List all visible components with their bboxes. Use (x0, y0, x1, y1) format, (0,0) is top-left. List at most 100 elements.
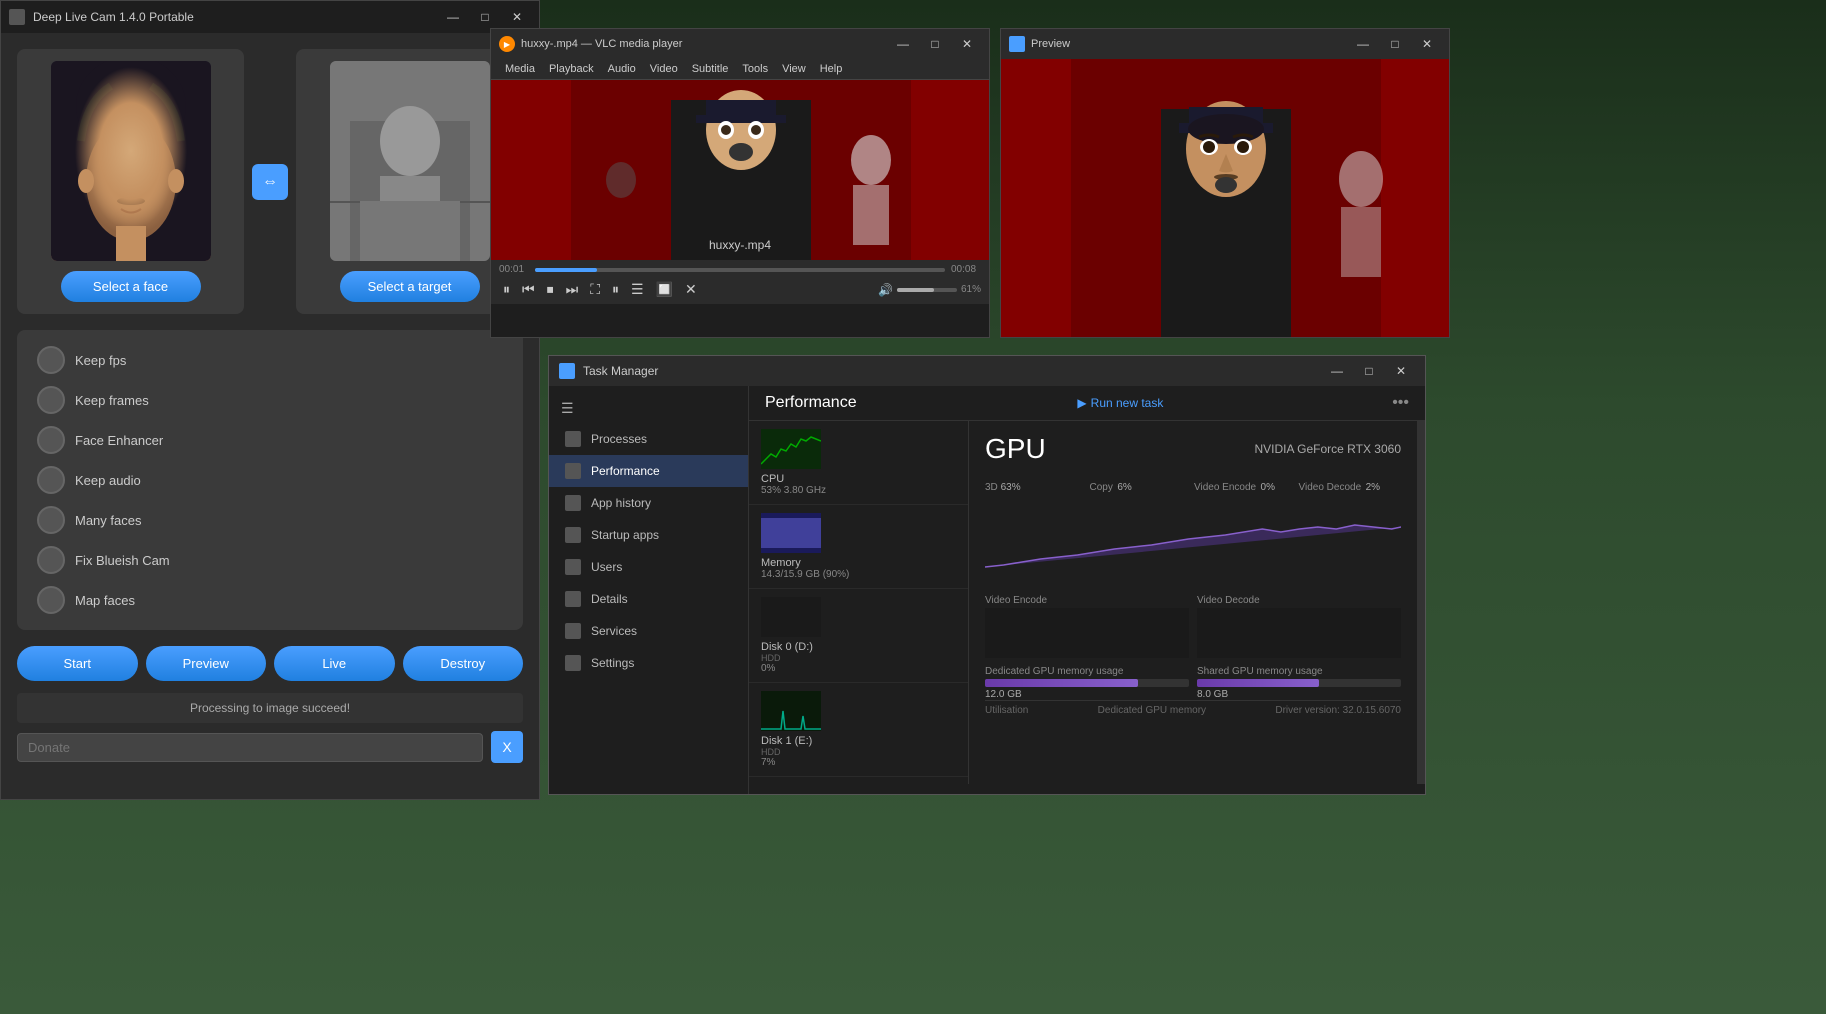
disk0-chart-thumbnail (761, 597, 821, 637)
vlc-fullscreen-button[interactable]: ⛶ (586, 279, 604, 300)
vlc-next-button[interactable]: ⏭ (562, 279, 583, 300)
dlc-close-button[interactable]: ✕ (503, 7, 531, 27)
tm-gpu-title-area: GPU (985, 433, 1046, 465)
dlc-window: Deep Live Cam 1.4.0 Portable — □ ✕ (0, 0, 540, 800)
vlc-menu-view[interactable]: View (776, 61, 812, 77)
select-face-button[interactable]: Select a face (61, 271, 201, 302)
swap-button[interactable]: ⇔ (252, 164, 288, 200)
face-enhancer-label: Face Enhancer (75, 433, 163, 448)
tm-metric-memory[interactable]: Memory 14.3/15.9 GB (90%) (749, 505, 968, 589)
tm-nav-services[interactable]: Services (549, 615, 748, 647)
tm-run-new-task-button[interactable]: ▶ Run new task (1077, 396, 1163, 410)
vlc-playlist-button[interactable]: ☰ (627, 279, 648, 300)
tm-copy-label: Copy (1090, 482, 1113, 493)
status-text: Processing to image succeed! (190, 701, 350, 715)
tm-memory-bars: Dedicated GPU memory usage 12.0 GB Share… (985, 666, 1401, 700)
dlc-titlebar-buttons: — □ ✕ (439, 7, 531, 27)
vlc-extended-button[interactable]: ⏸ (608, 279, 623, 300)
vlc-close-button[interactable]: ✕ (953, 34, 981, 54)
tm-footer: Utilisation Dedicated GPU memory Driver … (985, 700, 1401, 720)
vlc-menu-video[interactable]: Video (644, 61, 684, 77)
tm-driver-version-label: Driver version: (1275, 705, 1339, 716)
preview-close-button[interactable]: ✕ (1413, 34, 1441, 54)
vlc-menu-playback[interactable]: Playback (543, 61, 600, 77)
tm-body: ☰ Processes Performance App history Star… (549, 386, 1425, 794)
keep-fps-toggle[interactable] (37, 346, 65, 374)
processes-icon (565, 431, 581, 447)
tm-nav-startup-label: Startup apps (591, 528, 659, 542)
tm-nav-details[interactable]: Details (549, 583, 748, 615)
tm-nav-app-history-label: App history (591, 496, 651, 510)
dlc-minimize-button[interactable]: — (439, 7, 467, 27)
keep-audio-toggle[interactable] (37, 466, 65, 494)
live-button[interactable]: Live (274, 646, 395, 681)
preview-maximize-button[interactable]: □ (1381, 34, 1409, 54)
vlc-stop-button[interactable]: ⏹ (543, 279, 558, 300)
vlc-pause-button[interactable]: ⏸ (499, 279, 514, 300)
face-preview (51, 61, 211, 261)
keep-fps-label: Keep fps (75, 353, 126, 368)
tm-metric-disk2[interactable]: Disk 2 (C:) SSD 4% (749, 777, 968, 784)
vlc-menu-help[interactable]: Help (814, 61, 849, 77)
fix-blueish-toggle[interactable] (37, 546, 65, 574)
tm-gpu-title: GPU (985, 433, 1046, 465)
preview-minimize-button[interactable]: — (1349, 34, 1377, 54)
vlc-loop-button[interactable]: 🔲 (652, 279, 677, 300)
vlc-menu-media[interactable]: Media (499, 61, 541, 77)
donate-input[interactable] (17, 733, 483, 762)
dlc-titlebar: Deep Live Cam 1.4.0 Portable — □ ✕ (1, 1, 539, 33)
vlc-minimize-button[interactable]: — (889, 34, 917, 54)
tm-nav-startup[interactable]: Startup apps (549, 519, 748, 551)
users-icon (565, 559, 581, 575)
tm-nav-app-history[interactable]: App history (549, 487, 748, 519)
many-faces-toggle[interactable] (37, 506, 65, 534)
map-faces-toggle[interactable] (37, 586, 65, 614)
cpu-metric-detail: 53% 3.80 GHz (761, 485, 956, 496)
face-enhancer-toggle[interactable] (37, 426, 65, 454)
vlc-prev-button[interactable]: ⏮ (518, 279, 539, 300)
face-svg (51, 61, 211, 261)
tm-encode-val: 0% (1261, 482, 1275, 493)
tm-shared-mem-section: Shared GPU memory usage 8.0 GB (1197, 666, 1401, 700)
tm-hamburger-icon[interactable]: ☰ (561, 400, 574, 417)
preview-button[interactable]: Preview (146, 646, 267, 681)
keep-frames-toggle[interactable] (37, 386, 65, 414)
memory-metric-detail: 14.3/15.9 GB (90%) (761, 569, 956, 580)
vlc-video-area: huxxy-.mp4 (491, 80, 989, 260)
vlc-random-button[interactable]: ✕ (681, 279, 701, 300)
vlc-titlebar: ▶ huxxy-.mp4 — VLC media player — □ ✕ (491, 29, 989, 59)
vlc-maximize-button[interactable]: □ (921, 34, 949, 54)
start-button[interactable]: Start (17, 646, 138, 681)
tm-metric-disk0[interactable]: Disk 0 (D:) HDD 0% (749, 589, 968, 683)
tm-more-options-icon[interactable]: ••• (1392, 394, 1409, 412)
tm-metric-disk1[interactable]: Disk 1 (E:) HDD 7% (749, 683, 968, 777)
vlc-volume-bar[interactable] (897, 288, 957, 292)
select-target-button[interactable]: Select a target (340, 271, 480, 302)
vlc-seekbar[interactable] (535, 268, 945, 272)
tm-minimize-button[interactable]: — (1323, 361, 1351, 381)
tm-maximize-button[interactable]: □ (1355, 361, 1383, 381)
dlc-maximize-button[interactable]: □ (471, 7, 499, 27)
app-history-icon (565, 495, 581, 511)
memory-metric-name: Memory (761, 557, 956, 569)
tm-stat-copy: Copy 6% (1090, 477, 1193, 495)
tm-nav-settings[interactable]: Settings (549, 647, 748, 679)
target-image (330, 61, 490, 261)
vlc-menu-tools[interactable]: Tools (736, 61, 774, 77)
startup-icon (565, 527, 581, 543)
tm-nav-processes[interactable]: Processes (549, 423, 748, 455)
vlc-menu-subtitle[interactable]: Subtitle (686, 61, 735, 77)
services-icon (565, 623, 581, 639)
tm-nav-users[interactable]: Users (549, 551, 748, 583)
preview-icon (1009, 36, 1025, 52)
donate-x-button[interactable]: X (491, 731, 523, 763)
tm-scrollbar[interactable] (1417, 421, 1425, 784)
destroy-button[interactable]: Destroy (403, 646, 524, 681)
vlc-menu-audio[interactable]: Audio (602, 61, 642, 77)
vlc-time-total: 00:08 (951, 264, 981, 275)
tm-close-button[interactable]: ✕ (1387, 361, 1415, 381)
tm-gpu-stats: 3D 63% Copy 6% Video Encode 0% (985, 477, 1401, 495)
tm-nav-performance[interactable]: Performance (549, 455, 748, 487)
tm-metric-cpu[interactable]: CPU 53% 3.80 GHz (749, 421, 968, 505)
status-bar: Processing to image succeed! (17, 693, 523, 723)
